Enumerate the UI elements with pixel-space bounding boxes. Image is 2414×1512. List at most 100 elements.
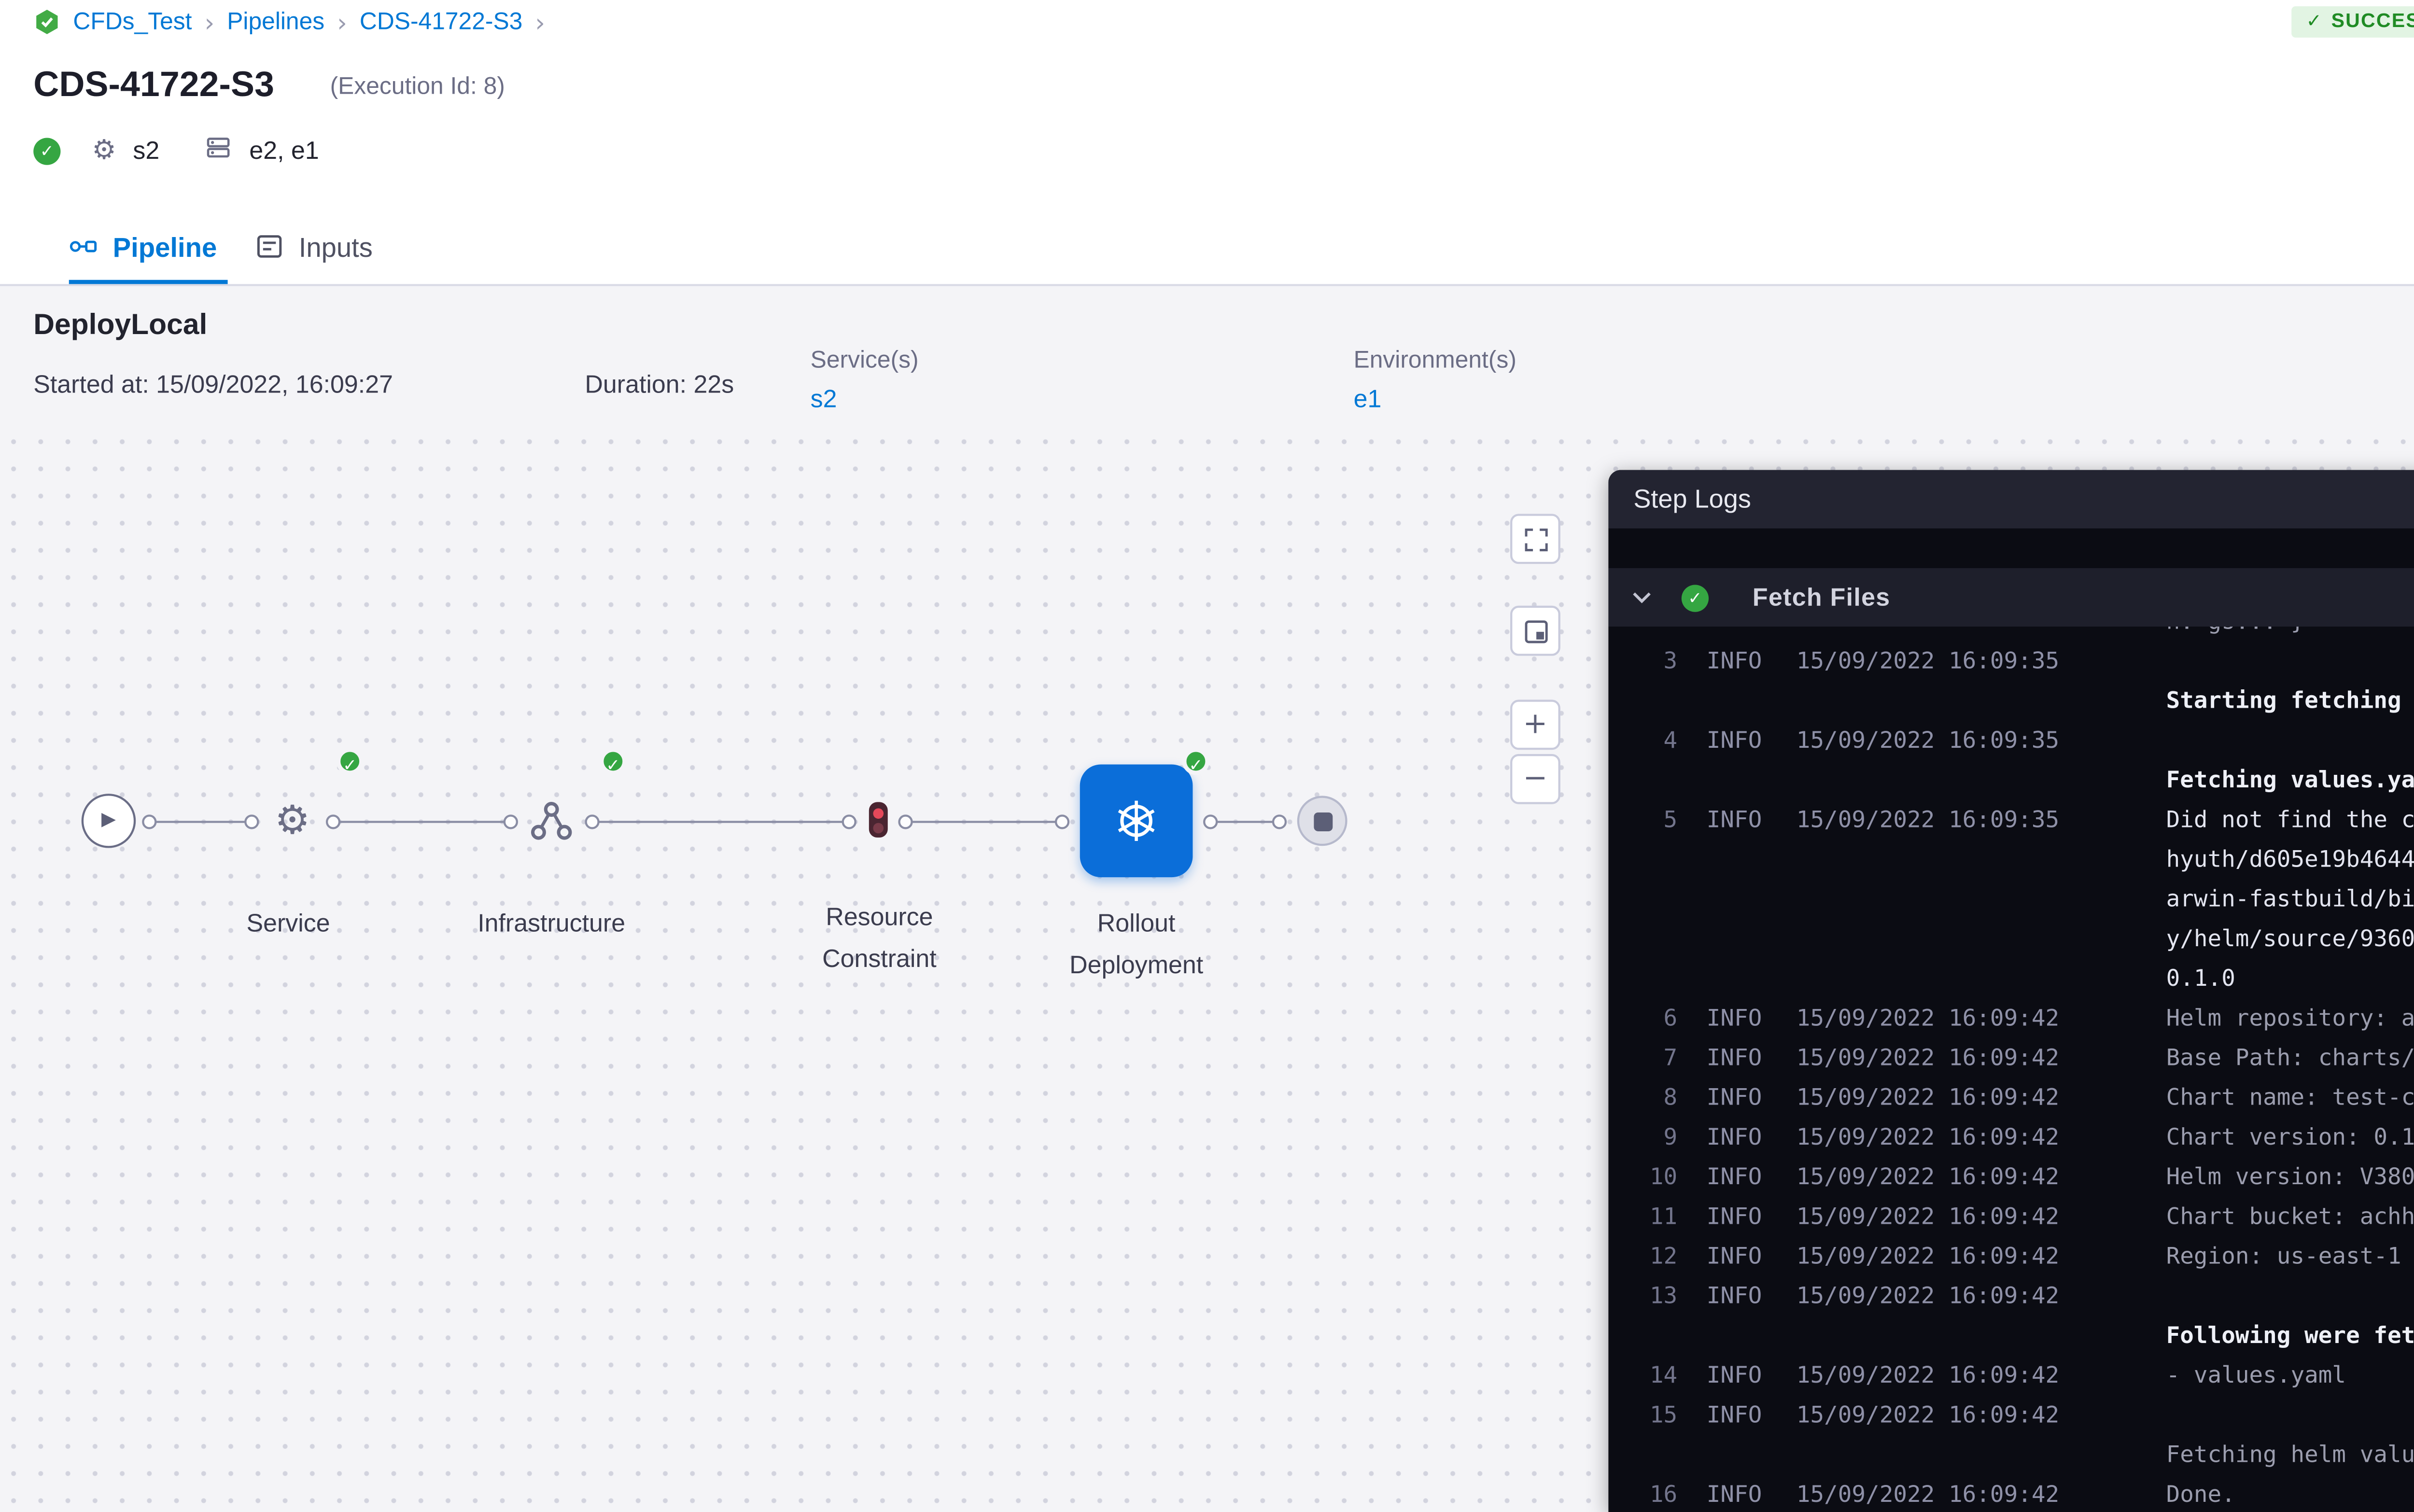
tab-inputs[interactable]: Inputs: [255, 209, 373, 284]
log-message: Chart name: test-chart: [2166, 1078, 2414, 1117]
log-level: INFO: [1707, 998, 1769, 1038]
log-message: Fetching values.yaml from helm chart rep…: [2166, 721, 2414, 800]
start-node[interactable]: ▶: [82, 794, 136, 848]
log-level: INFO: [1707, 1157, 1769, 1197]
log-timestamp: 15/09/2022 16:09:42: [1796, 998, 2072, 1038]
execution-meta: ✓ ⚙ s2 e2, e1: [33, 134, 319, 167]
status-badge: ✓ SUCCESS: [2291, 6, 2414, 38]
services-label: Service(s): [811, 349, 919, 374]
log-timestamp: 15/09/2022 16:09:42: [1796, 1276, 2072, 1316]
log-message: Did not find the chart and version in lo…: [2166, 800, 2414, 998]
services-value[interactable]: s2: [811, 384, 837, 414]
log-line-number: 6: [1631, 998, 1677, 1038]
log-entry: 16INFO15/09/2022 16:09:42Done.: [1608, 1475, 2414, 1512]
log-lines: h: gs... }3INFO15/09/2022 16:09:35 Start…: [1608, 602, 2414, 1512]
execution-id: (Execution Id: 8): [330, 75, 505, 100]
fullscreen-icon: [1522, 525, 1549, 552]
infrastructure-node-label: Infrastructure: [447, 902, 656, 944]
breadcrumb-separator: ›: [337, 7, 347, 37]
log-message: Region: us-east-1: [2166, 1236, 2414, 1276]
log-entry: 8 INFO 15/09/2022 16:09:42 Chart name: test…: [1608, 1078, 2414, 1117]
log-message: Chart version: 0.1.0: [2166, 1118, 2414, 1157]
log-level: INFO: [1707, 1078, 1769, 1117]
log-line-number: 7: [1631, 1038, 1677, 1078]
stage-duration: Duration: 22s: [585, 370, 734, 399]
breadcrumb: CFDs_Test › Pipelines › CDS-41722-S3 ›: [33, 6, 545, 38]
log-timestamp: 15/09/2022 16:09:42: [1796, 1475, 2072, 1512]
log-entry: 5INFO15/09/2022 16:09:35Did not find the…: [1608, 800, 2414, 998]
zoom-in-button[interactable]: +: [1510, 700, 1560, 750]
log-message: Following were fetched successfully :: [2166, 1276, 2414, 1355]
zoom-out-button[interactable]: −: [1510, 754, 1560, 804]
environment-tag: e2, e1: [249, 136, 319, 165]
page-title: CDS-41722-S3: [33, 65, 274, 107]
log-level: INFO: [1707, 721, 1769, 760]
log-level: INFO: [1707, 1038, 1769, 1078]
stop-icon: [1313, 812, 1332, 830]
log-line-number: 10: [1631, 1157, 1677, 1197]
tab-pipeline[interactable]: Pipeline: [69, 209, 217, 284]
log-line-number: 5: [1631, 800, 1677, 840]
service-success-icon: ✓: [337, 748, 364, 775]
breadcrumb-separator: ›: [204, 7, 214, 37]
rollout-success-icon: ✓: [1182, 748, 1209, 775]
log-line-number: 15: [1631, 1395, 1677, 1435]
infrastructure-success-icon: ✓: [600, 748, 627, 775]
top-bar: CFDs_Test › Pipelines › CDS-41722-S3 › ✓…: [0, 0, 2414, 209]
log-line-number: 3: [1631, 641, 1677, 681]
edge: [585, 814, 856, 829]
log-entry: 4INFO15/09/2022 16:09:35 Fetching values…: [1608, 721, 2414, 800]
edge: [326, 814, 518, 829]
log-level: INFO: [1707, 1118, 1769, 1157]
log-entry: 7 INFO 15/09/2022 16:09:42 Base Path: chart…: [1608, 1038, 2414, 1078]
log-timestamp: 15/09/2022 16:09:42: [1796, 1395, 2072, 1435]
fullscreen-button[interactable]: [1510, 514, 1560, 564]
log-timestamp: 15/09/2022 16:09:42: [1796, 1078, 2072, 1117]
log-level: INFO: [1707, 1276, 1769, 1316]
infrastructure-step-node[interactable]: [529, 798, 575, 844]
step-section-header[interactable]: ✓ Fetch Files ↑ ↓ 9s: [1608, 568, 2414, 627]
overview-map-button[interactable]: [1510, 606, 1560, 656]
log-timestamp: 15/09/2022 16:09:42: [1796, 1118, 2072, 1157]
helm-icon: [1113, 798, 1159, 844]
rollout-node-label: Rollout Deployment: [1053, 902, 1220, 986]
log-line-number: 11: [1631, 1197, 1677, 1236]
environments-value[interactable]: e1: [1354, 384, 1382, 414]
chevron-down-icon[interactable]: [1629, 585, 1655, 610]
rollout-deployment-node[interactable]: [1080, 764, 1193, 877]
stage-started-at: Started at: 15/09/2022, 16:09:27: [33, 370, 393, 399]
step-logs-title: Step Logs: [1633, 485, 2414, 514]
log-timestamp: 15/09/2022 16:09:42: [1796, 1038, 2072, 1078]
log-level: INFO: [1707, 1475, 1769, 1512]
breadcrumb-pipeline-name[interactable]: CDS-41722-S3: [360, 9, 522, 34]
environment-icon: [205, 134, 232, 167]
log-line-number: 12: [1631, 1236, 1677, 1276]
deployments-icon: [33, 8, 60, 35]
resource-constraint-node[interactable]: [869, 802, 888, 838]
end-node[interactable]: [1297, 796, 1347, 846]
stage-info-bar: DeployLocal Started at: 15/09/2022, 16:0…: [0, 286, 2414, 428]
log-entry: 10INFO15/09/2022 16:09:42Helm version: V…: [1608, 1157, 2414, 1197]
log-timestamp: 15/09/2022 16:09:35: [1796, 721, 2072, 760]
log-message: Base Path: charts/: [2166, 1038, 2414, 1078]
log-entry: 3INFO15/09/2022 16:09:35 Starting fetchi…: [1608, 641, 2414, 720]
traffic-light-icon: [873, 807, 884, 818]
service-step-node[interactable]: ⚙: [267, 796, 318, 846]
log-timestamp: 15/09/2022 16:09:42: [1796, 1157, 2072, 1197]
infrastructure-icon: [529, 798, 575, 844]
log-level: INFO: [1707, 641, 1769, 681]
log-timestamp: 15/09/2022 16:09:42: [1796, 1236, 2072, 1276]
execution-page: CFDs_Test › Pipelines › CDS-41722-S3 › ✓…: [0, 0, 2414, 1512]
breadcrumb-project[interactable]: CFDs_Test: [73, 9, 192, 34]
gear-icon: ⚙: [92, 137, 116, 164]
log-message: Helm repository: aws-qa-setup-modified: [2166, 998, 2414, 1038]
log-entry: 11INFO15/09/2022 16:09:42Chart bucket: a…: [1608, 1197, 2414, 1236]
log-timestamp: 15/09/2022 16:09:35: [1796, 641, 2072, 681]
log-level: INFO: [1707, 1395, 1769, 1435]
breadcrumb-pipelines[interactable]: Pipelines: [227, 9, 324, 34]
success-check-icon: ✓: [33, 137, 60, 164]
log-line-number: 14: [1631, 1356, 1677, 1395]
breadcrumb-separator: ›: [535, 7, 545, 37]
log-line-number: 8: [1631, 1078, 1677, 1117]
edge: [142, 814, 259, 829]
